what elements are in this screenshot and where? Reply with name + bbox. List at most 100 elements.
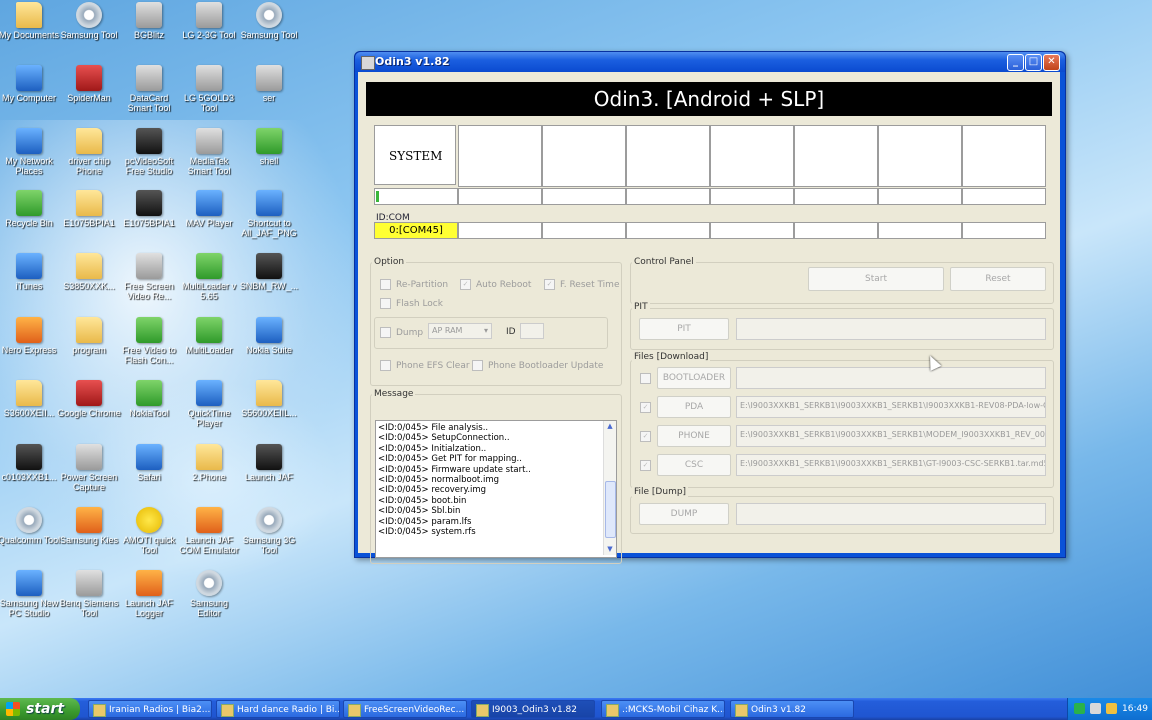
phone-bootloader-update-checkbox[interactable]: Phone Bootloader Update xyxy=(472,360,603,371)
desktop-icon[interactable]: DataCard Smart Tool xyxy=(117,65,181,113)
phone-path-field[interactable]: E:\I9003XXKB1_SERKB1\I9003XXKB1_SERKB1\M… xyxy=(736,425,1046,447)
network-tray-icon[interactable] xyxy=(1074,703,1085,714)
flash-lock-checkbox[interactable]: Flash Lock xyxy=(380,298,443,309)
desktop-icon[interactable]: Free Video to Flash Con... xyxy=(117,317,181,365)
phone-efs-clear-checkbox[interactable]: Phone EFS Clear xyxy=(380,360,470,371)
desktop-icon[interactable]: Free Screen Video Re... xyxy=(117,253,181,301)
auto-reboot-checkbox[interactable]: ✓ Auto Reboot xyxy=(460,279,531,290)
desktop-icon[interactable]: Recycle Bin xyxy=(0,190,61,228)
checkbox-box[interactable]: ✓ xyxy=(544,279,555,290)
desktop-icon[interactable]: Samsung Editor xyxy=(177,570,241,618)
taskbar-button[interactable]: FreeScreenVideoRec... xyxy=(343,700,467,718)
desktop-icon[interactable]: S5600XEIIL... xyxy=(237,380,301,418)
pda-checkbox[interactable]: ✓ xyxy=(640,402,656,413)
taskbar-button[interactable]: Iranian Radios | Bia2.... xyxy=(88,700,212,718)
desktop-icon[interactable]: Nero Express xyxy=(0,317,61,355)
desktop-icon[interactable]: E1075BPIA1 xyxy=(57,190,121,228)
volume-tray-icon[interactable] xyxy=(1106,703,1117,714)
bootloader-path-field[interactable] xyxy=(736,367,1046,389)
taskbar-button[interactable]: Odin3 v1.82 xyxy=(730,700,854,718)
checkbox-box[interactable] xyxy=(380,327,391,338)
start-button[interactable]: Start xyxy=(808,267,944,291)
checkbox-box[interactable]: ✓ xyxy=(640,431,651,442)
message-scrollbar[interactable]: ▲ ▼ xyxy=(603,421,616,555)
desktop-icon[interactable]: Safari xyxy=(117,444,181,482)
taskbar-button[interactable]: .:MCKS-Mobil Cihaz K... xyxy=(601,700,725,718)
reset-button[interactable]: Reset xyxy=(950,267,1046,291)
bootloader-button[interactable]: BOOTLOADER xyxy=(657,367,731,389)
desktop-icon[interactable]: Samsung Tool xyxy=(237,2,301,40)
desktop-icon[interactable]: ser xyxy=(237,65,301,103)
minimize-button[interactable]: _ xyxy=(1007,54,1024,71)
checkbox-box[interactable]: ✓ xyxy=(640,460,651,471)
desktop-icon[interactable]: S3600XEII... xyxy=(0,380,61,418)
dump-path-field[interactable] xyxy=(736,503,1046,525)
desktop-icon[interactable]: My Documents xyxy=(0,2,61,40)
desktop-icon[interactable]: LG 5GOLD3 Tool xyxy=(177,65,241,113)
desktop-icon[interactable]: My Computer xyxy=(0,65,61,103)
csc-button[interactable]: CSC xyxy=(657,454,731,476)
checkbox-box[interactable] xyxy=(380,298,391,309)
csc-checkbox[interactable]: ✓ xyxy=(640,460,656,471)
desktop-icon[interactable]: pcVideoSoft Free Studio xyxy=(117,128,181,176)
desktop-icon[interactable]: Launch JAF Logger xyxy=(117,570,181,618)
f-reset-time-checkbox[interactable]: ✓ F. Reset Time xyxy=(544,279,619,290)
dump-button[interactable]: DUMP xyxy=(639,503,729,525)
odin-window[interactable]: Odin3 v1.82 _ □ ✕ Odin3. [Android + SLP]… xyxy=(354,51,1066,564)
pit-path-field[interactable] xyxy=(736,318,1046,340)
desktop-icon[interactable]: 2.Phone xyxy=(177,444,241,482)
desktop-icon[interactable]: SNBM_RW_... xyxy=(237,253,301,291)
checkbox-box[interactable] xyxy=(380,279,391,290)
desktop-icon[interactable]: Qualcomm Tool xyxy=(0,507,61,545)
scroll-thumb[interactable] xyxy=(605,481,616,538)
desktop-icon[interactable]: driver chip Phone xyxy=(57,128,121,176)
desktop-icon[interactable]: MediaTek Smart Tool xyxy=(177,128,241,176)
desktop-icon[interactable]: Samsung 3G Tool xyxy=(237,507,301,555)
desktop-icon[interactable]: LG 2-3G Tool xyxy=(177,2,241,40)
pit-button[interactable]: PIT xyxy=(639,318,729,340)
safely-remove-tray-icon[interactable] xyxy=(1090,703,1101,714)
csc-path-field[interactable]: E:\I9003XXKB1_SERKB1\I9003XXKB1_SERKB1\G… xyxy=(736,454,1046,476)
re-partition-checkbox[interactable]: Re-Partition xyxy=(380,279,448,290)
phone-button[interactable]: PHONE xyxy=(657,425,731,447)
desktop-icon[interactable]: My Network Places xyxy=(0,128,61,176)
desktop-icon[interactable]: Launch JAF xyxy=(237,444,301,482)
scroll-up-icon[interactable]: ▲ xyxy=(604,421,616,432)
desktop-icon[interactable]: c0103XXB1... xyxy=(0,444,61,482)
desktop-icon[interactable]: Samsung Kies xyxy=(57,507,121,545)
desktop-icon[interactable]: Power Screen Capture xyxy=(57,444,121,492)
start-button[interactable]: start xyxy=(0,698,80,720)
desktop-icon[interactable]: SpiderMan xyxy=(57,65,121,103)
desktop-icon[interactable]: Launch JAF COM Emulator xyxy=(177,507,241,555)
desktop-icon[interactable]: Benq Siemens Tool xyxy=(57,570,121,618)
pda-path-field[interactable]: E:\I9003XXKB1_SERKB1\I9003XXKB1_SERKB1\I… xyxy=(736,396,1046,418)
message-log[interactable]: <ID:0/045> File analysis.. <ID:0/045> Set… xyxy=(375,420,617,558)
bootloader-checkbox[interactable] xyxy=(640,373,656,384)
desktop-icon[interactable]: BGBlitz xyxy=(117,2,181,40)
pda-button[interactable]: PDA xyxy=(657,396,731,418)
checkbox-box[interactable] xyxy=(640,373,651,384)
desktop-icon[interactable]: AMOTI quick Tool xyxy=(117,507,181,555)
scroll-down-icon[interactable]: ▼ xyxy=(604,544,616,555)
desktop-icon[interactable]: Samsung New PC Studio xyxy=(0,570,61,618)
taskbar-button[interactable]: Hard dance Radio | Bi... xyxy=(216,700,340,718)
close-button[interactable]: ✕ xyxy=(1043,54,1060,71)
desktop-icon[interactable]: Samsung Tool xyxy=(57,2,121,40)
maximize-button[interactable]: □ xyxy=(1025,54,1042,71)
dump-checkbox[interactable]: Dump xyxy=(380,327,423,338)
window-titlebar[interactable]: Odin3 v1.82 _ □ ✕ xyxy=(355,52,1065,72)
desktop-icon[interactable]: shell xyxy=(237,128,301,166)
desktop-icon[interactable]: MAV Player xyxy=(177,190,241,228)
clock[interactable]: 16:49 xyxy=(1122,698,1148,720)
desktop-icon[interactable]: program xyxy=(57,317,121,355)
checkbox-box[interactable] xyxy=(380,360,391,371)
taskbar-button[interactable]: I9003_Odin3 v1.82 xyxy=(471,700,595,718)
desktop-icon[interactable]: iTunes xyxy=(0,253,61,291)
checkbox-box[interactable]: ✓ xyxy=(460,279,471,290)
checkbox-box[interactable]: ✓ xyxy=(640,402,651,413)
desktop-icon[interactable]: QuickTime Player xyxy=(177,380,241,428)
desktop-icon[interactable]: E1075BPIA1 xyxy=(117,190,181,228)
desktop-icon[interactable]: MultiLoader xyxy=(177,317,241,355)
desktop-icon[interactable]: Nokia Suite xyxy=(237,317,301,355)
desktop-icon[interactable]: S3850XXK... xyxy=(57,253,121,291)
